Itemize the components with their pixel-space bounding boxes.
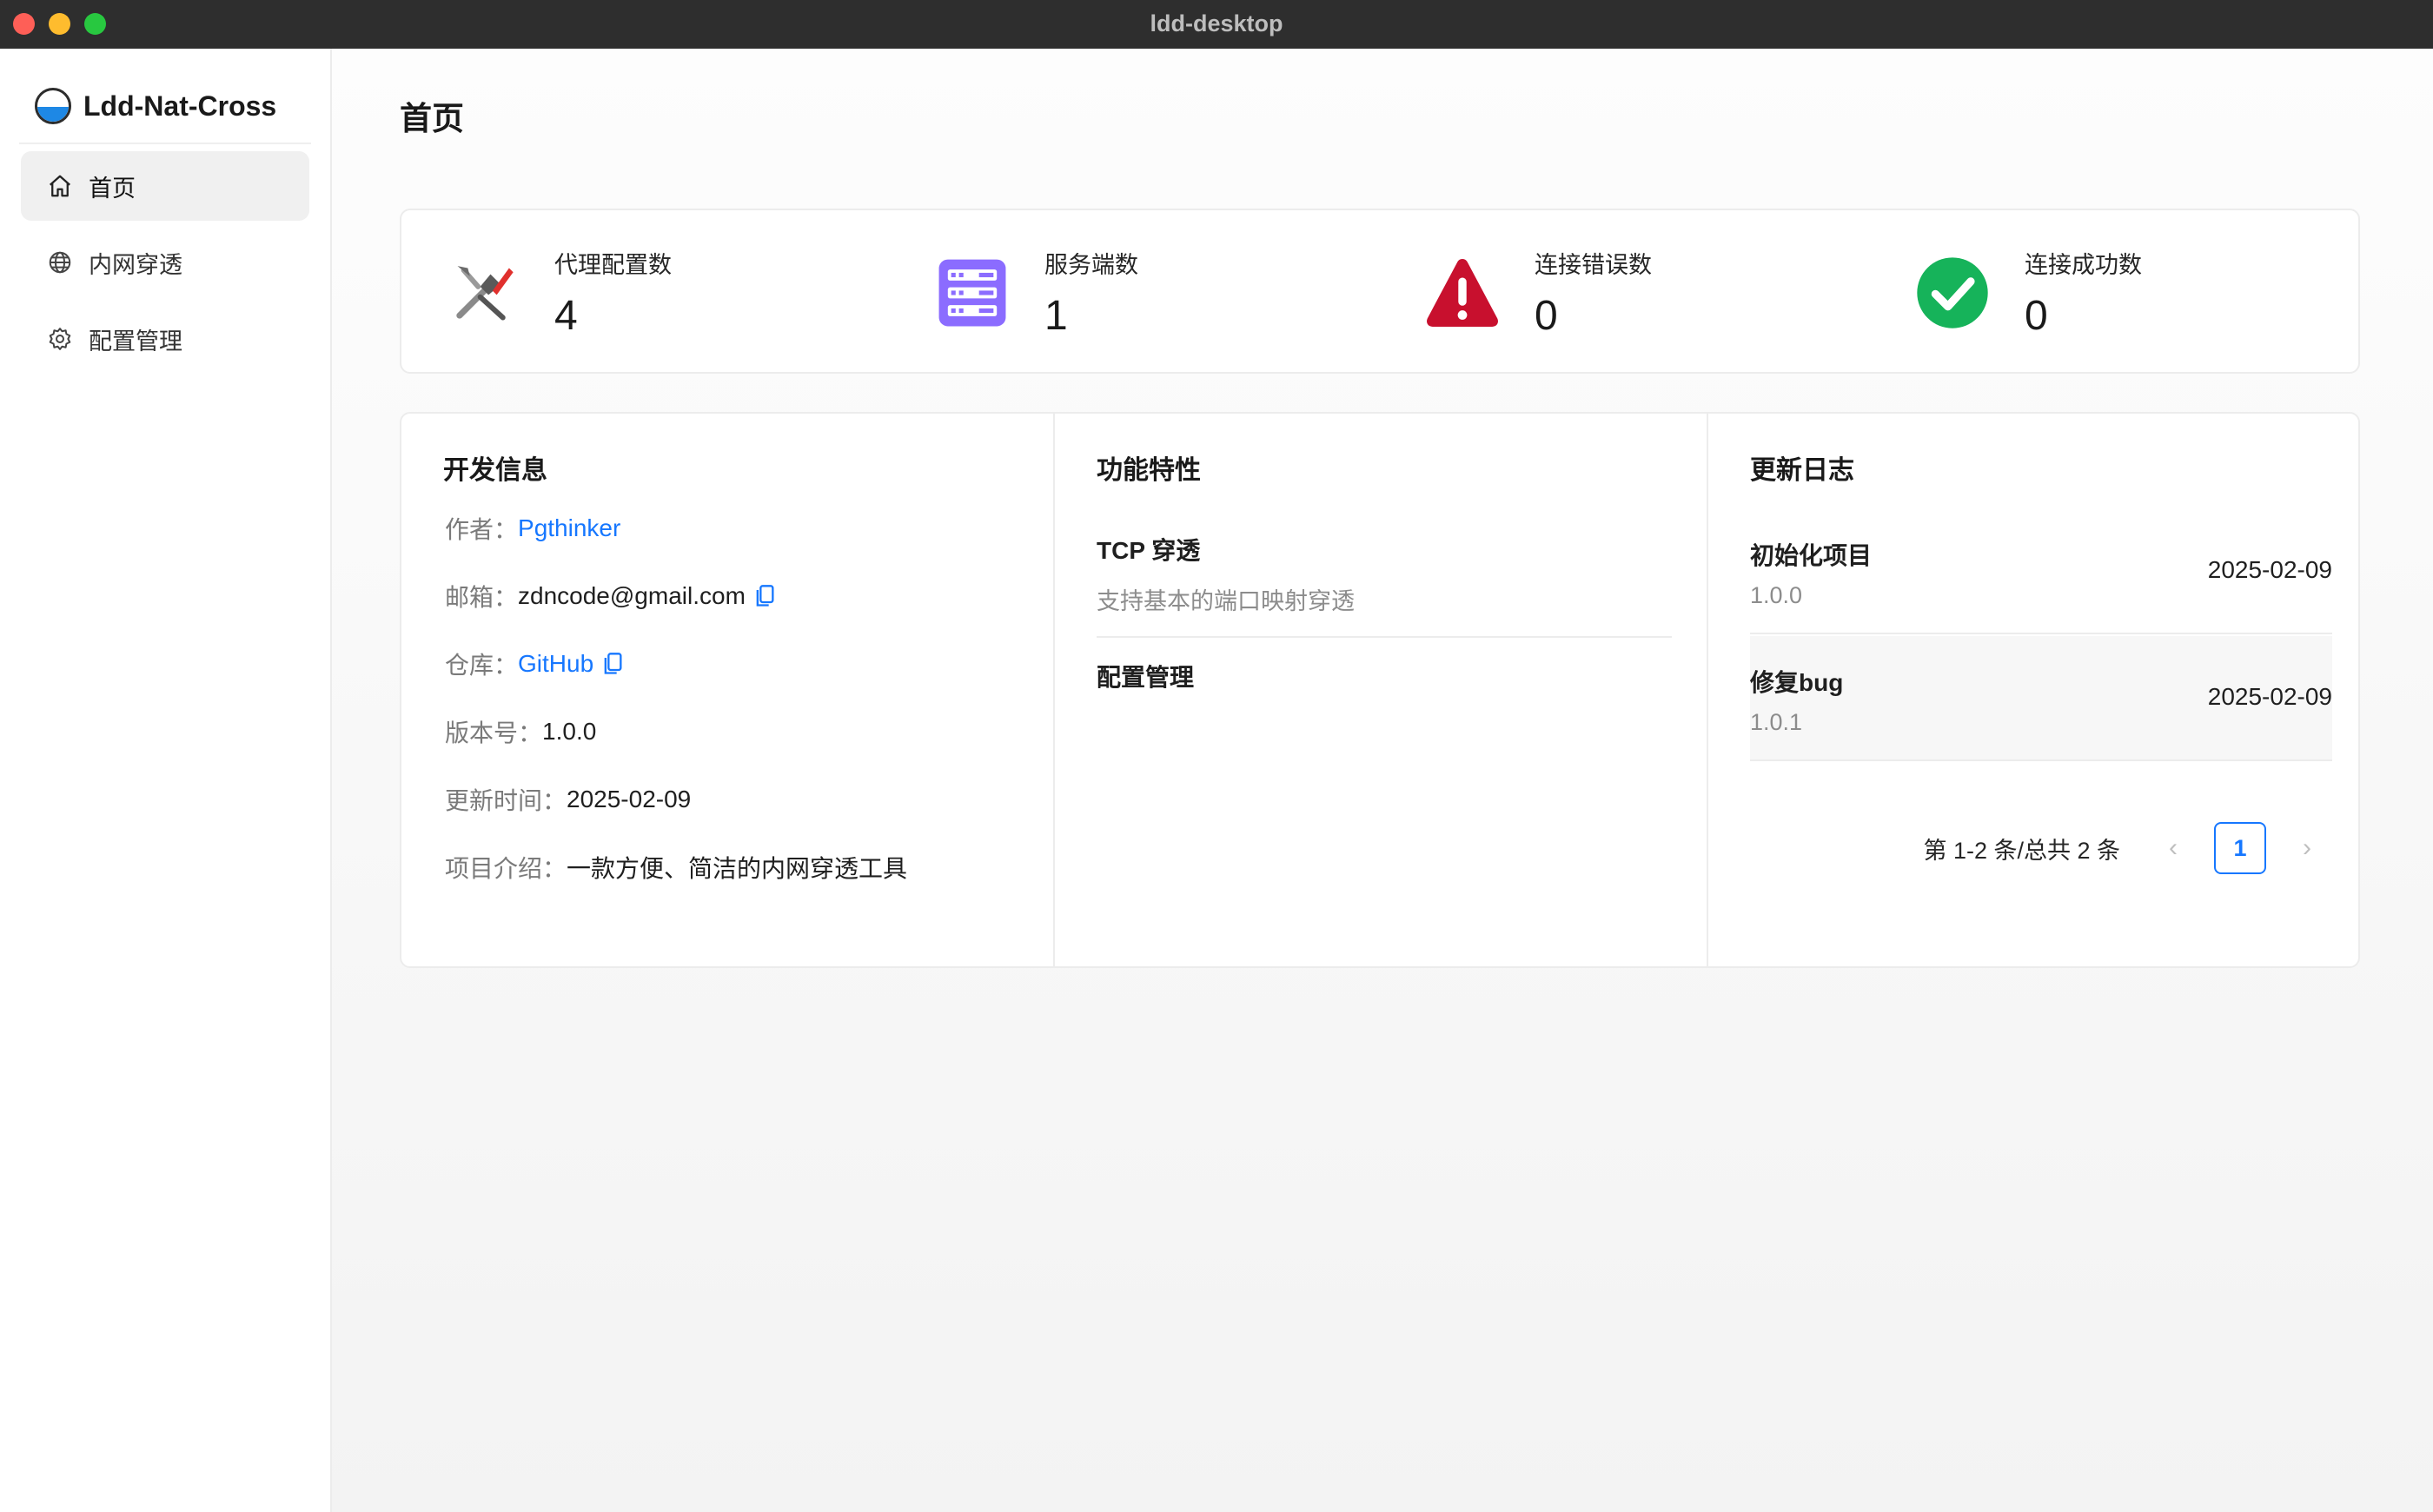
app-logo[interactable]: Ldd-Nat-Cross	[35, 80, 276, 132]
feature-title: 配置管理	[1097, 664, 1195, 691]
email-value: zdncode@gmail.com	[518, 582, 746, 609]
globe-icon	[47, 249, 73, 275]
warning-icon	[1425, 255, 1500, 330]
feature-item: TCP 穿透 支持基本的端口映射穿透	[1097, 532, 1672, 616]
stat-value: 1	[1044, 293, 1068, 339]
stat-value: 4	[554, 293, 578, 339]
feature-divider	[1097, 636, 1672, 638]
changelog-item-date: 2025-02-09	[2207, 556, 2332, 583]
repo-label: 仓库：	[445, 652, 519, 679]
sidebar-item-nat-traversal[interactable]: 内网穿透	[21, 228, 309, 297]
dev-info-panel: 开发信息 作者： Pgthinker 邮箱： zdncode@gmail.com…	[401, 414, 1055, 966]
sidebar-item-config[interactable]: 配置管理	[21, 304, 309, 374]
repo-row: 仓库： GitHub	[445, 647, 623, 681]
version-row: 版本号： 1.0.0	[445, 714, 596, 749]
features-panel: 功能特性 TCP 穿透 支持基本的端口映射穿透 配置管理	[1055, 414, 1708, 966]
app-name: Ldd-Nat-Cross	[83, 90, 277, 122]
tools-icon	[445, 255, 520, 330]
stat-value: 0	[1535, 293, 1558, 339]
page-button-1[interactable]: 1	[2214, 822, 2266, 874]
repo-link[interactable]: GitHub	[518, 650, 593, 678]
pagination: 第 1-2 条/总共 2 条 ‹ 1 ›	[1923, 820, 2329, 876]
copy-icon[interactable]	[602, 652, 623, 676]
gear-icon	[47, 326, 73, 352]
prev-page-button[interactable]: ‹	[2151, 833, 2195, 863]
info-card: 开发信息 作者： Pgthinker 邮箱： zdncode@gmail.com…	[400, 412, 2360, 968]
feature-item: 配置管理	[1097, 659, 1672, 693]
next-page-button[interactable]: ›	[2285, 833, 2329, 863]
features-title: 功能特性	[1097, 456, 1201, 485]
sidebar-item-home[interactable]: 首页	[21, 151, 309, 221]
intro-label: 项目介绍：	[445, 855, 567, 882]
author-row: 作者： Pgthinker	[445, 511, 620, 546]
main-content: 首页 代理配置数 4 服务端数 1 连接错误数 0 连接成功数 0 开发信息 作…	[332, 49, 2433, 1512]
author-label: 作者：	[445, 516, 519, 543]
stat-label: 连接成功数	[2025, 252, 2142, 278]
email-row: 邮箱： zdncode@gmail.com	[445, 579, 775, 613]
changelog-panel: 更新日志 初始化项目 1.0.0 2025-02-09 修复bug 1.0.1 …	[1708, 414, 2360, 966]
changelog-item: 修复bug 1.0.1 2025-02-09	[1750, 636, 2332, 761]
page-title: 首页	[400, 101, 464, 136]
changelog-item-title: 初始化项目	[1750, 542, 1873, 569]
stat-value: 0	[2025, 293, 2048, 339]
sidebar-item-label: 首页	[89, 175, 136, 202]
sidebar-item-label: 配置管理	[89, 328, 182, 355]
updated-value: 2025-02-09	[567, 786, 692, 812]
email-label: 邮箱：	[445, 584, 519, 611]
updated-label: 更新时间：	[445, 787, 567, 814]
check-icon	[1915, 255, 1990, 330]
stat-connection-success: 连接成功数 0	[1915, 236, 2142, 349]
changelog-item: 初始化项目 1.0.0 2025-02-09	[1750, 509, 2332, 634]
stat-label: 代理配置数	[554, 252, 672, 278]
changelog-item-version: 1.0.1	[1750, 709, 1803, 735]
stat-connection-errors: 连接错误数 0	[1425, 236, 1652, 349]
sidebar-item-label: 内网穿透	[89, 251, 182, 278]
sidebar-divider	[19, 143, 311, 144]
changelog-item-version: 1.0.0	[1750, 582, 1803, 608]
window-title: ldd-desktop	[1150, 10, 1283, 36]
version-label: 版本号：	[445, 720, 543, 746]
changelog-item-title: 修复bug	[1750, 669, 1844, 696]
window-titlebar: ldd-desktop	[0, 0, 2433, 50]
updated-row: 更新时间： 2025-02-09	[445, 782, 691, 817]
feature-desc: 支持基本的端口映射穿透	[1097, 588, 1355, 614]
changelog-title: 更新日志	[1750, 456, 1854, 485]
stat-label: 连接错误数	[1535, 252, 1652, 278]
intro-row: 项目介绍： 一款方便、简洁的内网穿透工具	[445, 850, 907, 885]
logo-icon	[35, 88, 71, 124]
stat-servers: 服务端数 1	[935, 236, 1138, 349]
pagination-total: 第 1-2 条/总共 2 条	[1923, 837, 2120, 864]
sidebar-nav: 首页 内网穿透 配置管理	[21, 151, 309, 381]
intro-value: 一款方便、简洁的内网穿透工具	[567, 855, 908, 882]
version-value: 1.0.0	[542, 718, 597, 745]
author-link[interactable]: Pgthinker	[518, 514, 620, 542]
feature-title: TCP 穿透	[1097, 537, 1201, 564]
dev-info-title: 开发信息	[443, 456, 547, 485]
server-icon	[935, 255, 1010, 330]
changelog-item-date: 2025-02-09	[2207, 683, 2332, 710]
copy-icon[interactable]	[754, 584, 775, 608]
sidebar: Ldd-Nat-Cross 首页 内网穿透 配置管理	[0, 49, 332, 1512]
stat-label: 服务端数	[1044, 252, 1138, 278]
home-icon	[47, 173, 73, 199]
stats-card: 代理配置数 4 服务端数 1 连接错误数 0 连接成功数 0	[400, 209, 2360, 374]
stat-proxy-config: 代理配置数 4	[445, 236, 672, 349]
